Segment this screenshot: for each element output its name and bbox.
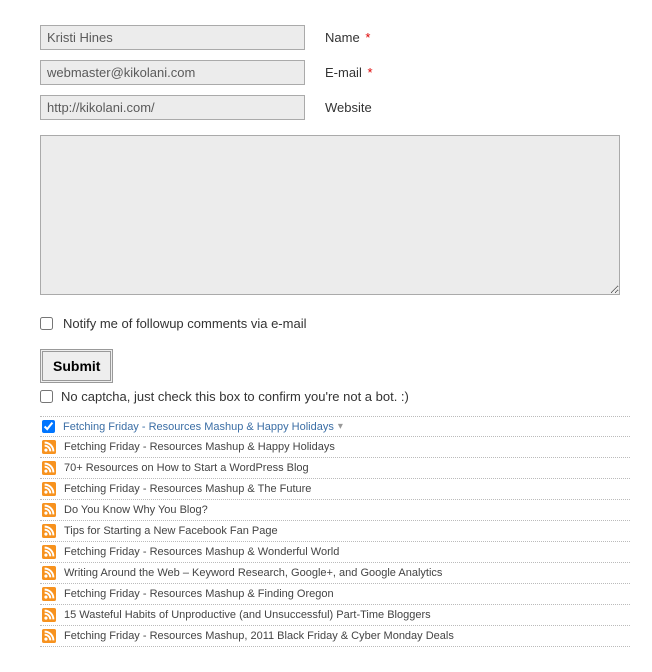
website-input[interactable] xyxy=(40,95,305,120)
rss-icon xyxy=(42,503,56,517)
post-select-checkbox[interactable] xyxy=(42,420,55,433)
post-row: 15 Wasteful Habits of Unproductive (and … xyxy=(40,605,630,626)
post-row: Fetching Friday - Resources Mashup & Hap… xyxy=(40,437,630,458)
post-title[interactable]: Tips for Starting a New Facebook Fan Pag… xyxy=(64,525,278,537)
rss-icon xyxy=(42,566,56,580)
website-label: Website xyxy=(325,100,372,115)
rss-icon xyxy=(42,608,56,622)
required-mark: * xyxy=(367,65,372,80)
post-row: Tips for Starting a New Facebook Fan Pag… xyxy=(40,521,630,542)
rss-icon xyxy=(42,482,56,496)
post-row: Fetching Friday - Resources Mashup & Fin… xyxy=(40,584,630,605)
chevron-down-icon[interactable]: ▾ xyxy=(338,421,343,432)
name-label: Name * xyxy=(325,30,370,45)
name-input[interactable] xyxy=(40,25,305,50)
email-label: E-mail * xyxy=(325,65,373,80)
email-input[interactable] xyxy=(40,60,305,85)
post-title[interactable]: Fetching Friday - Resources Mashup, 2011… xyxy=(64,630,454,642)
rss-icon xyxy=(42,440,56,454)
selected-post-link[interactable]: Fetching Friday - Resources Mashup & Hap… xyxy=(63,421,334,433)
post-row: Fetching Friday - Resources Mashup & The… xyxy=(40,479,630,500)
notify-checkbox[interactable] xyxy=(40,317,53,330)
post-row: Fetching Friday - Resources Mashup, 2011… xyxy=(40,626,630,647)
post-title[interactable]: Fetching Friday - Resources Mashup & The… xyxy=(64,483,311,495)
rss-icon xyxy=(42,545,56,559)
required-mark: * xyxy=(365,30,370,45)
rss-icon xyxy=(42,587,56,601)
rss-icon xyxy=(42,629,56,643)
post-title[interactable]: 70+ Resources on How to Start a WordPres… xyxy=(64,462,309,474)
notify-label: Notify me of followup comments via e-mai… xyxy=(63,316,306,331)
rss-icon xyxy=(42,461,56,475)
post-row: Fetching Friday - Resources Mashup & Won… xyxy=(40,542,630,563)
post-title[interactable]: Writing Around the Web – Keyword Researc… xyxy=(64,567,442,579)
comment-textarea[interactable] xyxy=(40,135,620,295)
post-title[interactable]: Fetching Friday - Resources Mashup & Won… xyxy=(64,546,339,558)
post-row: 70+ Resources on How to Start a WordPres… xyxy=(40,458,630,479)
submit-button[interactable]: Submit xyxy=(40,349,113,383)
post-row: Do You Know Why You Blog? xyxy=(40,500,630,521)
captcha-checkbox[interactable] xyxy=(40,390,53,403)
post-title[interactable]: Fetching Friday - Resources Mashup & Fin… xyxy=(64,588,334,600)
post-title[interactable]: Fetching Friday - Resources Mashup & Hap… xyxy=(64,441,335,453)
post-row: Writing Around the Web – Keyword Researc… xyxy=(40,563,630,584)
captcha-label: No captcha, just check this box to confi… xyxy=(61,389,409,404)
post-title[interactable]: 15 Wasteful Habits of Unproductive (and … xyxy=(64,609,431,621)
posts-list: Fetching Friday - Resources Mashup & Hap… xyxy=(40,416,630,647)
selected-post-row: Fetching Friday - Resources Mashup & Hap… xyxy=(40,416,630,437)
rss-icon xyxy=(42,524,56,538)
post-title[interactable]: Do You Know Why You Blog? xyxy=(64,504,208,516)
